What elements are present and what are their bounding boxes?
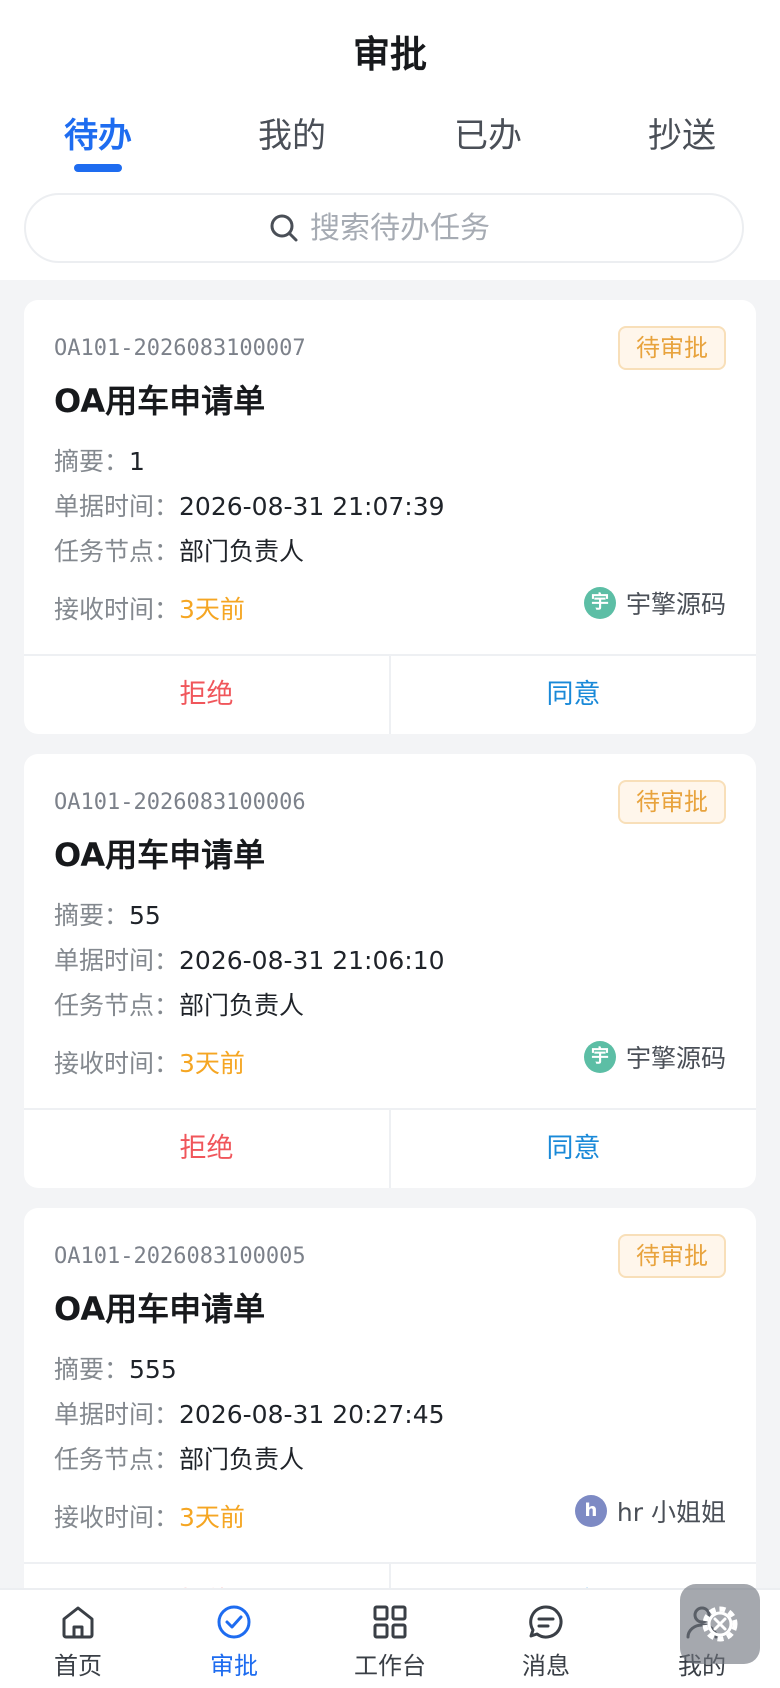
nav-approval[interactable]: 审批 (156, 1590, 312, 1688)
gear-icon (702, 1606, 738, 1642)
node-row: 任务节点：部门负责人 (54, 1440, 304, 1476)
page-header: 审批 待办 我的 已办 抄送 (0, 0, 780, 280)
received-label: 接收时间： (54, 595, 180, 624)
node-label: 任务节点： (54, 537, 180, 566)
task-title: OA用车申请单 (54, 1290, 266, 1328)
tab-todo[interactable]: 待办 (18, 108, 178, 172)
doc-time-row: 单据时间：2026-08-31 20:27:45 (54, 1395, 445, 1431)
doc-time-label: 单据时间： (54, 946, 180, 975)
received-row: 接收时间：3天前 (54, 590, 245, 626)
submitter-name: 宇擎源码 (625, 590, 726, 619)
submitter: 宇 宇擎源码 (583, 585, 726, 621)
approve-button[interactable]: 同意 (391, 1110, 756, 1188)
node-label: 任务节点： (54, 991, 180, 1020)
page-title: 审批 (353, 33, 427, 76)
received-value: 3天前 (179, 1503, 245, 1532)
received-row: 接收时间：3天前 (54, 1498, 245, 1534)
summary-row: 摘要：555 (54, 1350, 177, 1386)
reject-button[interactable]: 拒绝 (24, 1110, 391, 1188)
received-row: 接收时间：3天前 (54, 1044, 245, 1080)
home-icon (62, 1606, 94, 1639)
submitter: 宇 宇擎源码 (583, 1039, 726, 1075)
task-title: OA用车申请单 (54, 382, 266, 420)
summary-value: 555 (129, 1355, 177, 1384)
node-value: 部门负责人 (179, 991, 305, 1020)
doc-time-value: 2026-08-31 20:27:45 (179, 1400, 445, 1429)
tab-label: 已办 (454, 116, 522, 156)
summary-value: 1 (129, 447, 145, 476)
tab-bar: 待办 我的 已办 抄送 (0, 108, 780, 178)
task-number: OA101-2026083100007 (54, 336, 306, 361)
task-number: OA101-2026083100006 (54, 790, 306, 815)
task-card[interactable]: OA101-2026083100007 待审批 OA用车申请单 摘要：1 单据时… (24, 300, 756, 734)
search-input[interactable] (310, 210, 500, 246)
tab-cc[interactable]: 抄送 (602, 108, 762, 157)
submitter: h hr 小姐姐 (574, 1493, 726, 1529)
received-label: 接收时间： (54, 1049, 180, 1078)
nav-label: 工作台 (354, 1652, 426, 1680)
tab-label: 抄送 (648, 116, 716, 156)
task-title: OA用车申请单 (54, 836, 266, 874)
summary-row: 摘要：1 (54, 442, 145, 478)
node-label: 任务节点： (54, 1445, 180, 1474)
node-value: 部门负责人 (179, 537, 305, 566)
submitter-name: 宇擎源码 (625, 1044, 726, 1073)
tab-mine[interactable]: 我的 (212, 108, 372, 157)
doc-time-value: 2026-08-31 21:07:39 (179, 492, 445, 521)
nav-messages[interactable]: 消息 (468, 1590, 624, 1688)
reject-button[interactable]: 拒绝 (24, 656, 391, 734)
doc-time-row: 单据时间：2026-08-31 21:07:39 (54, 487, 445, 523)
avatar: h (574, 1495, 607, 1527)
approve-button[interactable]: 同意 (391, 656, 756, 734)
submitter-name: hr 小姐姐 (616, 1498, 726, 1527)
bottom-nav: 首页 审批 工作台 消息 我的 (0, 1588, 780, 1688)
avatar: 宇 (583, 587, 616, 619)
summary-row: 摘要：55 (54, 896, 161, 932)
avatar: 宇 (583, 1041, 616, 1073)
floating-settings-button[interactable] (680, 1584, 760, 1664)
task-number: OA101-2026083100005 (54, 1244, 306, 1269)
doc-time-value: 2026-08-31 21:06:10 (179, 946, 445, 975)
card-actions: 拒绝 同意 (24, 1108, 756, 1188)
doc-time-label: 单据时间： (54, 492, 180, 521)
tab-done[interactable]: 已办 (408, 108, 568, 157)
nav-label: 消息 (522, 1652, 570, 1680)
grid-icon (373, 1605, 407, 1639)
summary-label: 摘要： (54, 447, 130, 476)
status-badge: 待审批 (618, 1234, 726, 1278)
received-value: 3天前 (179, 595, 245, 624)
tab-label: 我的 (258, 116, 326, 156)
nav-label: 审批 (210, 1652, 258, 1680)
received-value: 3天前 (179, 1049, 245, 1078)
node-row: 任务节点：部门负责人 (54, 986, 304, 1022)
node-row: 任务节点：部门负责人 (54, 532, 304, 568)
chat-icon (529, 1605, 563, 1639)
nav-label: 首页 (54, 1652, 102, 1680)
summary-label: 摘要： (54, 901, 130, 930)
summary-label: 摘要： (54, 1355, 130, 1384)
task-card[interactable]: OA101-2026083100006 待审批 OA用车申请单 摘要：55 单据… (24, 754, 756, 1188)
search-bar[interactable] (24, 193, 744, 263)
active-tab-indicator (74, 164, 122, 172)
status-badge: 待审批 (618, 780, 726, 824)
task-card[interactable]: OA101-2026083100005 待审批 OA用车申请单 摘要：555 单… (24, 1208, 756, 1642)
tab-label: 待办 (64, 116, 132, 156)
nav-home[interactable]: 首页 (0, 1590, 156, 1688)
received-label: 接收时间： (54, 1503, 180, 1532)
app-root: 审批 待办 我的 已办 抄送 OA1 (0, 0, 780, 1688)
summary-value: 55 (129, 901, 161, 930)
doc-time-row: 单据时间：2026-08-31 21:06:10 (54, 941, 445, 977)
doc-time-label: 单据时间： (54, 1400, 180, 1429)
search-icon (270, 214, 298, 242)
check-circle-icon (217, 1605, 251, 1639)
card-actions: 拒绝 同意 (24, 654, 756, 734)
nav-workbench[interactable]: 工作台 (312, 1590, 468, 1688)
node-value: 部门负责人 (179, 1445, 305, 1474)
status-badge: 待审批 (618, 326, 726, 370)
